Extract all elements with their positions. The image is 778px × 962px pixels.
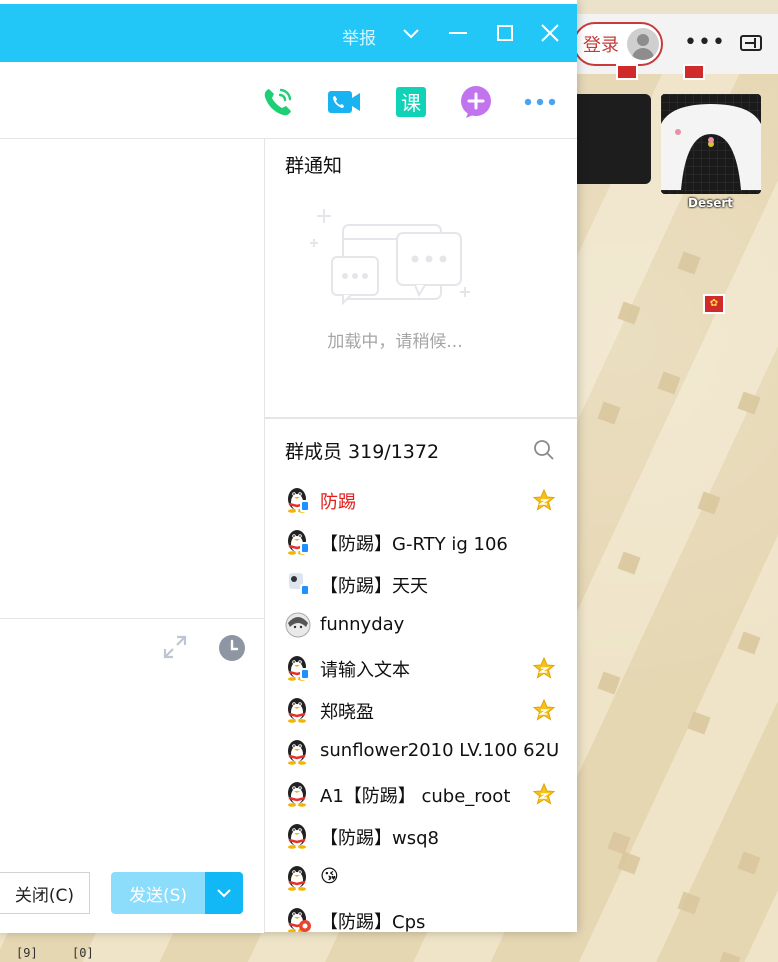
member-name: 防踢	[320, 492, 356, 513]
admin-star-icon	[532, 488, 556, 512]
penguin-badge-icon	[285, 653, 311, 681]
notice-title: 群通知	[285, 155, 343, 177]
more-icon[interactable]	[522, 84, 558, 120]
member-row[interactable]: 【防踢】Cps	[265, 900, 577, 932]
member-row[interactable]: 【防踢】天天	[265, 564, 577, 606]
close-window-button[interactable]: 关闭(C)	[0, 872, 90, 914]
member-name: 【防踢】G-RTY ig 106	[320, 534, 508, 555]
member-name: funnyday	[320, 614, 405, 635]
notice-placeholder-illustration	[310, 209, 470, 306]
admin-star-icon	[532, 782, 556, 806]
member-name: 【防踢】wsq8	[320, 828, 439, 849]
admin-star-icon	[532, 698, 556, 722]
members-title: 群成员 319/1372	[285, 441, 440, 463]
notice-loading-text: 加载中，请稍候...	[327, 332, 463, 352]
login-label: 登录	[583, 35, 619, 56]
group-notice-panel: 群通知 加载中，请稍候...	[265, 139, 577, 419]
message-history[interactable]	[0, 139, 264, 617]
voice-call-icon[interactable]	[260, 84, 296, 120]
video-call-icon[interactable]	[326, 84, 362, 120]
user-avatar-icon	[627, 28, 659, 60]
custom-avatar-icon	[285, 569, 311, 597]
penguin-badge-icon	[285, 527, 311, 555]
map-caption: Desert	[688, 196, 734, 210]
game-token-icon[interactable]	[683, 64, 705, 80]
penguin-icon	[285, 737, 311, 765]
history-clock-icon[interactable]	[218, 634, 246, 662]
dropdown-icon[interactable]	[396, 18, 426, 48]
photo-avatar-icon	[285, 611, 311, 639]
admin-star-icon	[532, 656, 556, 680]
close-icon[interactable]	[535, 18, 565, 48]
member-name: 郑晓盈	[320, 702, 374, 723]
map-thumbnail-dark[interactable]	[577, 94, 651, 184]
lesson-icon[interactable]: 课	[393, 84, 429, 120]
member-name: sunflower2010 LV.100 62U	[320, 740, 560, 761]
chat-window: 举报 课 关闭(C) 发送(S) 群通知 加载中，请稍候... 群成员 319/…	[0, 0, 577, 933]
send-options-button[interactable]	[205, 872, 243, 914]
game-token-icon[interactable]	[616, 64, 638, 80]
send-button[interactable]: 发送(S)	[111, 872, 205, 914]
sidebar-collapse-icon[interactable]	[740, 35, 762, 51]
chat-toolbar: 课	[0, 62, 577, 139]
member-row[interactable]: sunflower2010 LV.100 62U	[265, 732, 577, 774]
login-button[interactable]: 登录	[573, 22, 663, 66]
penguin-icon	[285, 863, 311, 891]
member-row[interactable]: 【防踢】G-RTY ig 106	[265, 522, 577, 564]
svg-text:课: 课	[401, 91, 421, 115]
member-row[interactable]: 请输入文本	[265, 648, 577, 690]
app-add-icon[interactable]	[458, 84, 494, 120]
member-row[interactable]: 【防踢】wsq8	[265, 816, 577, 858]
map-thumbnail-desert[interactable]	[661, 94, 761, 194]
maximize-icon[interactable]	[490, 18, 520, 48]
penguin-icon	[285, 821, 311, 849]
report-link[interactable]: 举报	[342, 24, 376, 49]
penguin-icon	[285, 695, 311, 723]
game-token-icon[interactable]: ✿	[703, 294, 725, 314]
member-name: A1【防踢】 cube_root	[320, 786, 511, 807]
group-members-panel: 群成员 319/1372 防踢【防踢】G-RTY ig 106 【防踢】天天 fun…	[265, 419, 577, 932]
penguin-icon	[285, 779, 311, 807]
member-name: 😘	[320, 866, 339, 887]
more-options-icon[interactable]: •••	[684, 30, 726, 55]
bottom-counter-label: [9]	[16, 946, 38, 960]
penguin-badge-icon	[285, 485, 311, 513]
member-row[interactable]: A1【防踢】 cube_root	[265, 774, 577, 816]
expand-icon[interactable]	[162, 634, 188, 660]
member-row[interactable]: 😘	[265, 858, 577, 900]
window-titlebar[interactable]: 举报	[0, 4, 577, 62]
member-row[interactable]: 郑晓盈	[265, 690, 577, 732]
member-name: 【防踢】天天	[320, 576, 428, 597]
bottom-counter-label: [0]	[72, 946, 94, 960]
member-name: 【防踢】Cps	[320, 912, 426, 932]
member-row[interactable]: 防踢	[265, 480, 577, 522]
member-row[interactable]: funnyday	[265, 606, 577, 648]
chevron-down-icon	[217, 889, 231, 898]
minimize-icon[interactable]	[443, 18, 473, 48]
search-icon[interactable]	[533, 439, 555, 461]
penguin-red-badge-icon	[285, 905, 311, 932]
member-name: 请输入文本	[320, 660, 410, 681]
